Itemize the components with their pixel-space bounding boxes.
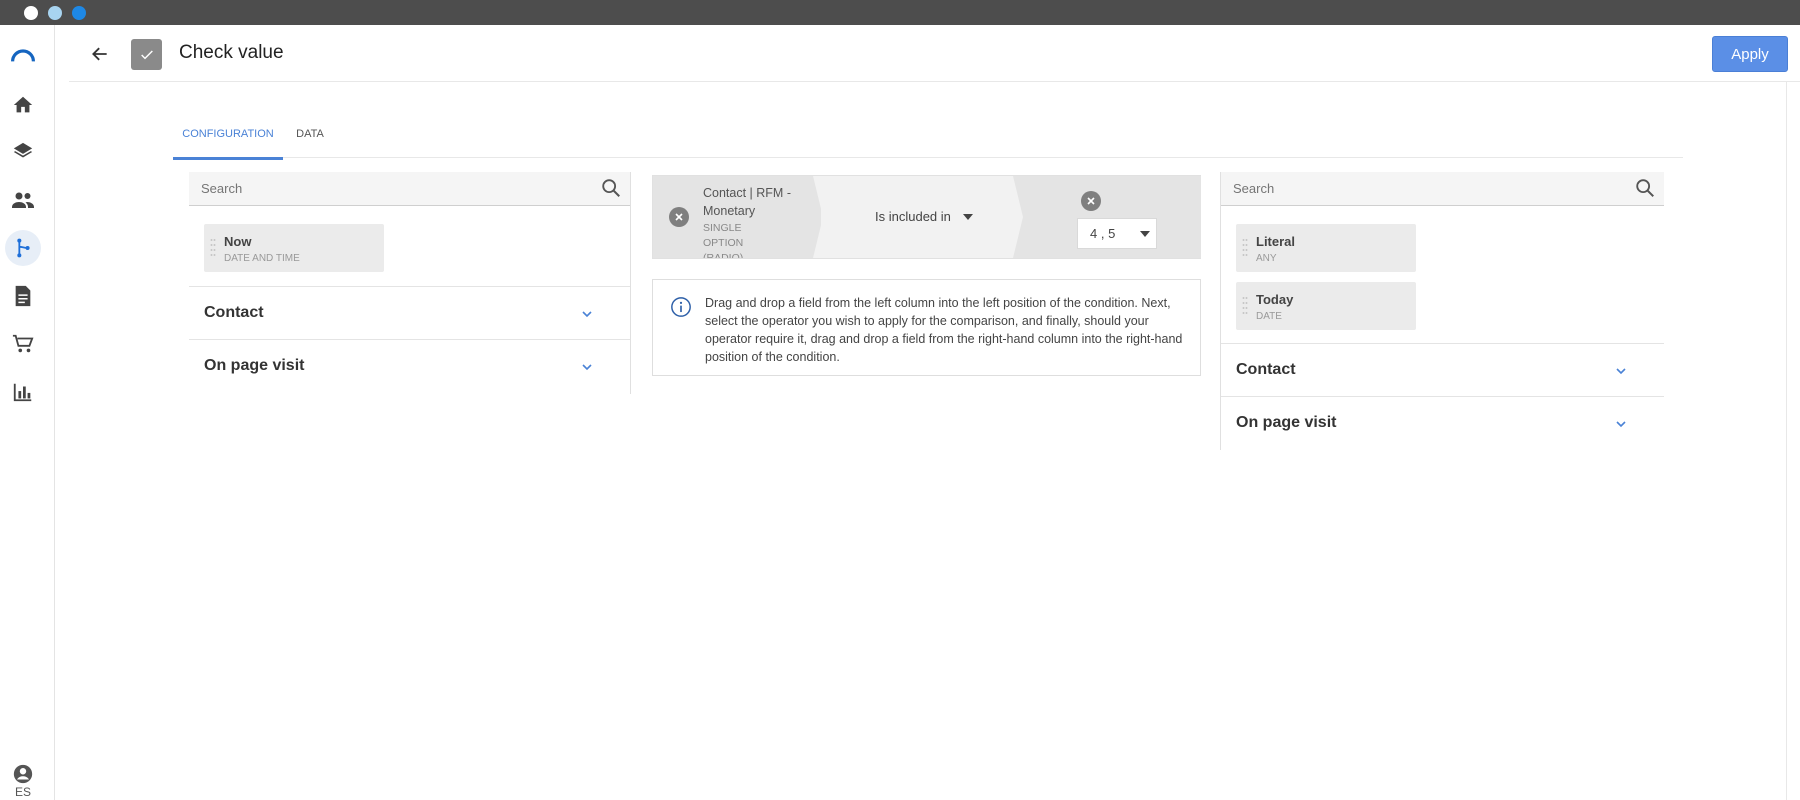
tab-configuration-label: CONFIGURATION <box>182 128 274 140</box>
account-icon[interactable] <box>11 762 35 786</box>
document-icon[interactable] <box>11 284 35 308</box>
search-icon[interactable] <box>1634 177 1656 199</box>
back-button[interactable] <box>88 42 112 66</box>
bar-chart-icon[interactable] <box>11 380 35 404</box>
caret-down-icon <box>963 214 973 220</box>
remove-right-operand-icon[interactable] <box>1081 191 1101 211</box>
apply-button[interactable]: Apply <box>1712 36 1788 72</box>
condition-operator-select[interactable]: Is included in <box>821 176 1011 258</box>
field-type: DATE AND TIME <box>224 253 300 264</box>
chevron-down-icon <box>582 311 592 318</box>
chevron-down-icon <box>1616 421 1626 428</box>
active-tab-indicator <box>173 157 283 160</box>
layers-icon[interactable] <box>11 140 35 164</box>
info-icon <box>671 297 691 317</box>
left-field-panel: Now DATE AND TIME Contact On page visit <box>189 172 631 394</box>
condition-builder: Contact | RFM - Monetary SINGLE OPTION (… <box>652 175 1201 259</box>
field-type: DATE <box>1256 311 1282 322</box>
drag-handle-icon[interactable] <box>1242 238 1248 256</box>
arrow-left-icon <box>92 47 107 61</box>
instructions-text: Drag and drop a field from the left colu… <box>705 296 1183 364</box>
condition-value: 4 , 5 <box>1090 226 1116 241</box>
right-group-on-page-visit[interactable]: On page visit <box>1221 396 1664 449</box>
condition-left-field-type: SINGLE OPTION (RADIO) <box>703 222 744 264</box>
right-group-contact[interactable]: Contact <box>1221 343 1664 396</box>
operator-label: Is included in <box>875 209 951 224</box>
condition-left-field: Contact | RFM - Monetary <box>703 186 791 218</box>
group-label: Contact <box>204 304 264 321</box>
caret-down-icon <box>1140 231 1150 237</box>
tab-data-label: DATA <box>296 128 324 140</box>
page-title: Check value <box>179 42 284 63</box>
field-chip-literal[interactable]: Literal ANY <box>1236 224 1416 272</box>
left-group-on-page-visit[interactable]: On page visit <box>189 339 630 392</box>
left-search-box <box>189 172 630 206</box>
page-header: Check value Apply <box>69 25 1800 82</box>
field-name: Literal <box>1256 234 1296 249</box>
tab-configuration[interactable]: CONFIGURATION <box>173 122 283 160</box>
condition-right-operand[interactable]: 4 , 5 <box>1013 176 1201 258</box>
right-search-input[interactable] <box>1233 181 1593 196</box>
drag-handle-icon[interactable] <box>210 238 216 256</box>
workflow-icon[interactable] <box>11 236 35 260</box>
condition-left-operand[interactable]: Contact | RFM - Monetary SINGLE OPTION (… <box>653 176 823 258</box>
people-icon[interactable] <box>11 188 35 212</box>
group-label: Contact <box>1236 361 1296 378</box>
chevron-down-icon <box>582 364 592 371</box>
left-group-contact[interactable]: Contact <box>189 286 630 339</box>
right-search-box <box>1221 172 1664 206</box>
search-icon[interactable] <box>600 177 622 199</box>
sidebar: ES <box>0 25 55 800</box>
window-maximize-dot[interactable] <box>72 6 86 20</box>
field-chip-now[interactable]: Now DATE AND TIME <box>204 224 384 272</box>
logo-icon[interactable] <box>11 43 35 67</box>
check-value-icon <box>131 39 162 70</box>
content-right-border <box>1786 82 1787 800</box>
tab-data[interactable]: DATA <box>290 122 330 158</box>
remove-left-operand-icon[interactable] <box>669 207 689 227</box>
condition-value-select[interactable]: 4 , 5 <box>1077 218 1157 249</box>
language-label[interactable]: ES <box>0 785 46 799</box>
left-search-input[interactable] <box>201 181 561 196</box>
group-label: On page visit <box>204 357 305 374</box>
home-icon[interactable] <box>11 93 35 117</box>
field-name: Now <box>224 234 252 249</box>
window-titlebar <box>0 0 1800 25</box>
cart-icon[interactable] <box>11 332 35 356</box>
field-type: ANY <box>1256 253 1277 264</box>
right-field-panel: Literal ANY Today DATE Contact On page v… <box>1220 172 1664 450</box>
field-name: Today <box>1256 292 1294 307</box>
group-label: On page visit <box>1236 414 1337 431</box>
chevron-down-icon <box>1616 368 1626 375</box>
field-chip-today[interactable]: Today DATE <box>1236 282 1416 330</box>
window-close-dot[interactable] <box>24 6 38 20</box>
tab-bar: CONFIGURATION DATA <box>173 122 1683 160</box>
window-minimize-dot[interactable] <box>48 6 62 20</box>
instructions-box: Drag and drop a field from the left colu… <box>652 279 1201 376</box>
drag-handle-icon[interactable] <box>1242 296 1248 314</box>
